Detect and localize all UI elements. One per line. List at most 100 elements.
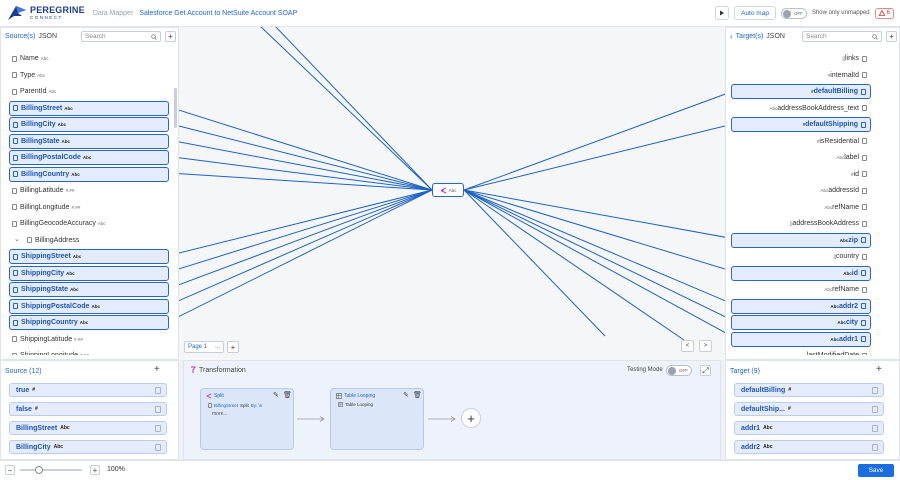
source-field-shippinglongitude[interactable]: ShippingLongitude#.## [9, 348, 169, 355]
target-field-links[interactable]: [] links [731, 51, 871, 66]
target-field-city[interactable]: Abc city [731, 315, 871, 330]
target-mapping-line[interactable] [463, 189, 725, 239]
source-field-name[interactable]: Name Abc [9, 51, 169, 66]
testing-mode-toggle[interactable]: OFF [666, 365, 692, 376]
zoom-slider[interactable] [20, 466, 82, 474]
source-field-billingaddress[interactable]: BillingAddress ⌄ [9, 233, 169, 248]
target-field-defaultbilling[interactable]: # defaultBilling [731, 84, 871, 99]
table-looping-card[interactable]: Table Looping ✎ 🗑 Table Looping [330, 388, 424, 450]
zoom-in-button[interactable]: + [90, 465, 100, 475]
zoom-slider-handle[interactable] [34, 466, 43, 474]
source-mapping-line[interactable] [179, 124, 433, 191]
target-field-addressbookaddress[interactable]: [] addressBookAddress [731, 216, 871, 231]
show-unmapped-toggle[interactable]: OFF [780, 7, 807, 19]
target-search-input[interactable]: Search [802, 31, 882, 42]
chevron-down-icon[interactable]: ⌄ [14, 235, 20, 243]
target-field-refname[interactable]: Abc refName [731, 200, 871, 215]
source-field-billingcountry[interactable]: BillingCountry Abc [9, 166, 169, 182]
source-mapping-line[interactable] [259, 27, 433, 191]
source-scrollbar[interactable] [174, 88, 177, 128]
source-field-shippingpostalcode[interactable]: ShippingPostalCode Abc [9, 298, 169, 314]
source-field-shippingcity[interactable]: ShippingCity Abc [9, 265, 169, 281]
trash-icon[interactable]: 🗑 [283, 391, 292, 399]
source-mapping-line[interactable] [179, 107, 433, 191]
source-field-billinglongitude[interactable]: BillingLongitude #.## [9, 200, 169, 215]
page-tab-more[interactable]: ... [215, 344, 220, 350]
next-page-button[interactable]: > [699, 340, 712, 352]
target-field-addressbookaddress-text[interactable]: Abc addressBookAddress_text [731, 101, 871, 116]
source-mapping-line[interactable] [179, 157, 433, 191]
target-field-label[interactable]: Abc label [731, 150, 871, 165]
edit-icon[interactable]: ✎ [273, 391, 279, 399]
target-field-id[interactable]: Abc id [731, 265, 871, 281]
target-mapping-line[interactable] [463, 189, 685, 341]
run-button[interactable] [715, 6, 730, 20]
trash-icon[interactable] [872, 425, 878, 432]
source-mapping-line[interactable] [179, 189, 433, 305]
target-field-zip[interactable]: Abc zip [731, 232, 871, 248]
source-field-billinggeocodeaccuracy[interactable]: BillingGeocodeAccuracy Abc [9, 216, 169, 231]
source-field-billingstate[interactable]: BillingState Abc [9, 133, 169, 149]
add-target-button[interactable]: + [886, 31, 897, 42]
add-target-item-button[interactable]: + [876, 364, 882, 375]
split-card-more-link[interactable]: more... [212, 411, 228, 417]
target-mapping-line[interactable] [463, 124, 725, 191]
add-page-button[interactable]: + [227, 341, 239, 353]
mapping-canvas[interactable]: Abc Page 1 ... + < > [179, 27, 725, 360]
page-tab[interactable]: Page 1 ... [184, 341, 224, 353]
target-field-addressid[interactable]: Abc addressId [731, 183, 871, 198]
target-mapping-line[interactable] [463, 91, 725, 191]
source-field-shippingstreet[interactable]: ShippingStreet Abc [9, 249, 169, 264]
add-source-item-button[interactable]: + [154, 364, 160, 375]
source-search-input[interactable]: Search [81, 31, 161, 42]
trash-icon[interactable] [155, 387, 161, 394]
prev-page-button[interactable]: < [681, 340, 694, 352]
source-mapping-line[interactable] [179, 189, 433, 289]
source-list-chip[interactable]: true # [9, 383, 167, 397]
source-mapping-line[interactable] [179, 189, 433, 322]
target-list-chip[interactable]: defaultShip... # [734, 402, 884, 416]
source-list-chip[interactable]: false # [9, 402, 167, 416]
source-field-shippingcountry[interactable]: ShippingCountry Abc [9, 315, 169, 330]
save-button[interactable]: Save [858, 464, 894, 477]
source-field-billingstreet[interactable]: BillingStreet Abc [9, 100, 169, 116]
source-mapping-line[interactable] [179, 140, 433, 191]
source-list-chip[interactable]: BillingCity Abc [9, 440, 167, 454]
target-field-defaultshipping[interactable]: # defaultShipping [731, 117, 871, 132]
trash-icon[interactable] [155, 425, 161, 432]
source-field-billinglatitude[interactable]: BillingLatitude #.## [9, 183, 169, 198]
split-card[interactable]: Split ✎ 🗑 BillingStreet Split By: \n mor… [200, 388, 294, 450]
target-field-isresidential[interactable]: # isResidential [731, 134, 871, 149]
target-mapping-line[interactable] [463, 189, 725, 322]
trash-icon[interactable] [872, 406, 878, 413]
error-badge[interactable]: 6 [874, 7, 894, 19]
target-field-refname[interactable]: Abc refName [731, 282, 871, 297]
target-list-chip[interactable]: defaultBilling # [734, 383, 884, 397]
edit-icon[interactable]: ✎ [403, 391, 409, 399]
trash-icon[interactable] [155, 406, 161, 413]
target-list-chip[interactable]: addr2 Abc [734, 440, 884, 454]
source-field-shippingstate[interactable]: ShippingState Abc [9, 282, 169, 297]
trash-icon[interactable]: 🗑 [413, 391, 422, 399]
target-field-addr2[interactable]: Abc addr2 [731, 298, 871, 314]
target-list-chip[interactable]: addr1 Abc [734, 421, 884, 435]
trash-icon[interactable] [872, 444, 878, 451]
source-field-parentid[interactable]: ParentId Abc [9, 84, 169, 99]
target-field-id[interactable]: # id [731, 167, 871, 182]
source-list-chip[interactable]: BillingStreet Abc [9, 421, 167, 435]
target-mapping-line[interactable] [463, 189, 725, 338]
source-field-billingcity[interactable]: BillingCity Abc [9, 117, 169, 132]
target-field-addr1[interactable]: Abc addr1 [731, 331, 871, 347]
trash-icon[interactable] [155, 444, 161, 451]
target-field-internalid[interactable]: # internalId [731, 68, 871, 83]
source-mapping-line[interactable] [179, 173, 433, 191]
source-field-shippinglatitude[interactable]: ShippingLatitude #.## [9, 332, 169, 347]
source-field-billingpostalcode[interactable]: BillingPostalCode Abc [9, 150, 169, 165]
target-field-country[interactable]: [] country [731, 249, 871, 264]
automap-button[interactable]: Auto map [734, 6, 776, 20]
add-source-button[interactable]: + [165, 31, 176, 42]
trash-icon[interactable] [872, 387, 878, 394]
collapse-left-icon[interactable]: ‹ [730, 32, 733, 41]
source-mapping-line[interactable] [179, 189, 433, 272]
source-field-type[interactable]: Type Abc [9, 68, 169, 83]
